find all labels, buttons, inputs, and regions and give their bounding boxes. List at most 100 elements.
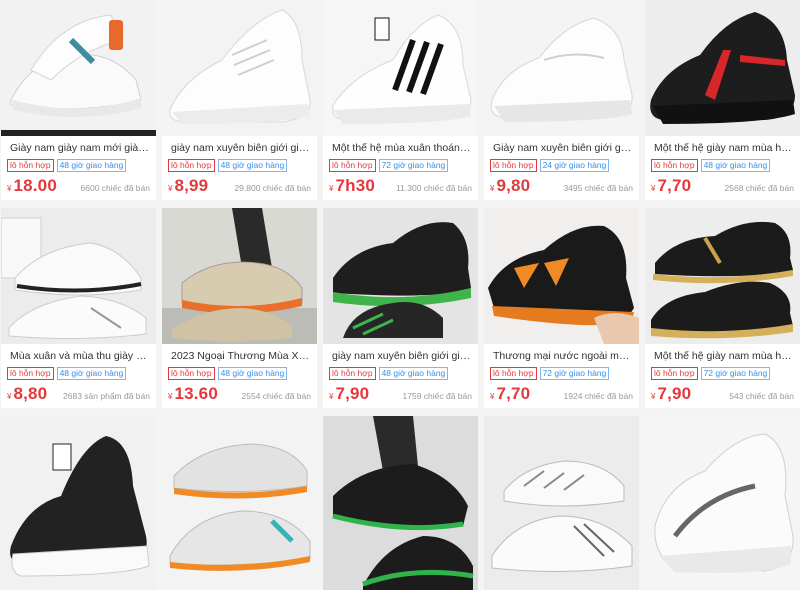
product-image[interactable] xyxy=(484,0,639,136)
mixed-batch-tag: lô hỗn hợp xyxy=(490,159,537,172)
price-amount: 8,80 xyxy=(13,384,48,403)
sold-count: 1759 chiếc đã bán xyxy=(402,391,472,401)
product-image[interactable] xyxy=(162,208,317,344)
product-title[interactable]: giày nam xuyên biên giới giày t... xyxy=(323,344,478,363)
product-title[interactable]: Mùa xuân và mùa thu giày na... xyxy=(1,344,156,363)
product-tags: lô hỗn hợp 24 giờ giao hàng xyxy=(484,155,639,173)
mixed-batch-tag: lô hỗn hợp xyxy=(7,367,54,380)
product-card[interactable] xyxy=(484,416,639,590)
product-tags: lô hỗn hợp 48 giờ giao hàng xyxy=(1,155,156,173)
product-tags: lô hỗn hợp 72 giờ giao hàng xyxy=(645,363,800,381)
sold-count: 11.300 chiếc đã bán xyxy=(396,183,472,193)
delivery-tag: 48 giờ giao hàng xyxy=(217,159,288,172)
mixed-batch-tag: lô hỗn hợp xyxy=(490,367,537,380)
black-gold-sneaker-image xyxy=(645,208,800,344)
sold-count: 3495 chiếc đã bán xyxy=(563,183,633,193)
product-image[interactable] xyxy=(645,416,800,590)
sold-count: 6600 chiếc đã bán xyxy=(80,183,150,193)
product-image[interactable] xyxy=(1,208,156,344)
product-price: ¥8,99 xyxy=(168,176,208,196)
sold-count: 1924 chiếc đã bán xyxy=(563,391,633,401)
sold-count: 543 chiếc đã bán xyxy=(729,391,794,401)
product-card[interactable]: Giày nam xuyên biên giới giày ... lô hỗn… xyxy=(484,0,639,200)
product-card[interactable]: Một thế hệ giày nam mùa hè t... lô hỗn h… xyxy=(645,208,800,408)
currency-symbol: ¥ xyxy=(490,392,495,401)
white-striped-sneaker-image xyxy=(323,0,478,136)
white-knit-sneaker-image xyxy=(162,0,317,136)
product-price: ¥7h30 xyxy=(329,176,375,196)
mixed-batch-tag: lô hỗn hợp xyxy=(329,159,376,172)
black-red-sneaker-image xyxy=(645,0,800,136)
product-price: ¥18.00 xyxy=(7,176,57,196)
product-image[interactable] xyxy=(1,0,156,136)
product-price: ¥13.60 xyxy=(168,384,218,404)
white-sneakers-pair-image xyxy=(1,208,156,344)
price-amount: 7,90 xyxy=(335,384,370,403)
product-card[interactable]: 2023 Ngoại Thương Mùa Xuân ... lô hỗn hợ… xyxy=(162,208,317,408)
product-title[interactable]: Một thế hệ mùa xuân thoáng k... xyxy=(323,136,478,155)
product-tags: lô hỗn hợp 72 giờ giao hàng xyxy=(323,155,478,173)
product-card[interactable] xyxy=(645,416,800,590)
currency-symbol: ¥ xyxy=(7,392,12,401)
price-amount: 7,70 xyxy=(657,176,692,195)
product-card[interactable] xyxy=(162,416,317,590)
sold-count: 29.800 chiếc đã bán xyxy=(234,183,311,193)
product-title[interactable]: 2023 Ngoại Thương Mùa Xuân ... xyxy=(162,344,317,363)
product-card[interactable]: Giày nam giày nam mới giày t... lô hỗn h… xyxy=(1,0,156,200)
product-image[interactable] xyxy=(484,208,639,344)
product-image[interactable] xyxy=(323,416,478,590)
product-card[interactable]: Thương mại nước ngoài mới gi... lô hỗn h… xyxy=(484,208,639,408)
currency-symbol: ¥ xyxy=(490,184,495,193)
product-image[interactable] xyxy=(162,416,317,590)
grey-orange-sneakers-image xyxy=(162,416,317,590)
price-amount: 8,99 xyxy=(174,176,209,195)
mixed-batch-tag: lô hỗn hợp xyxy=(168,367,215,380)
white-knit-sneakers-pair-image xyxy=(1,0,156,136)
product-price: ¥7,90 xyxy=(651,384,691,404)
product-image[interactable] xyxy=(1,416,156,590)
product-tags: lô hỗn hợp 48 giờ giao hàng xyxy=(645,155,800,173)
delivery-tag: 24 giờ giao hàng xyxy=(539,159,610,172)
mixed-batch-tag: lô hỗn hợp xyxy=(651,159,698,172)
product-image[interactable] xyxy=(162,0,317,136)
product-title[interactable]: Giày nam xuyên biên giới giày ... xyxy=(484,136,639,155)
product-price: ¥7,70 xyxy=(651,176,691,196)
product-tags: lô hỗn hợp 48 giờ giao hàng xyxy=(1,363,156,381)
delivery-tag: 48 giờ giao hàng xyxy=(56,159,127,172)
currency-symbol: ¥ xyxy=(7,184,12,193)
product-card[interactable]: giày nam xuyên biên giới giày t... lô hỗ… xyxy=(323,208,478,408)
sold-count: 2683 sản phẩm đã bán xyxy=(63,391,150,401)
price-amount: 18.00 xyxy=(13,176,57,195)
product-card[interactable] xyxy=(1,416,156,590)
product-title[interactable]: Giày nam giày nam mới giày t... xyxy=(1,136,156,155)
product-image[interactable] xyxy=(323,0,478,136)
delivery-tag: 72 giờ giao hàng xyxy=(539,367,610,380)
product-image[interactable] xyxy=(484,416,639,590)
currency-symbol: ¥ xyxy=(651,392,656,401)
product-tags: lô hỗn hợp 72 giờ giao hàng xyxy=(484,363,639,381)
product-image[interactable] xyxy=(323,208,478,344)
product-grid: Giày nam giày nam mới giày t... lô hỗn h… xyxy=(0,0,800,590)
black-green-sneaker-image xyxy=(323,208,478,344)
product-card[interactable]: Một thế hệ giày nam mùa hè b... lô hỗn h… xyxy=(645,0,800,200)
delivery-tag: 72 giờ giao hàng xyxy=(700,367,771,380)
product-price: ¥7,70 xyxy=(490,384,530,404)
product-title[interactable]: Thương mại nước ngoài mới gi... xyxy=(484,344,639,363)
currency-symbol: ¥ xyxy=(168,184,173,193)
product-title[interactable]: Một thế hệ giày nam mùa hè b... xyxy=(645,136,800,155)
beige-sneaker-on-foot-image xyxy=(162,208,317,344)
delivery-tag: 48 giờ giao hàng xyxy=(217,367,288,380)
product-tags: lô hỗn hợp 48 giờ giao hàng xyxy=(162,363,317,381)
product-card[interactable]: giày nam xuyên biên giới giày t... lô hỗ… xyxy=(162,0,317,200)
product-title[interactable]: Một thế hệ giày nam mùa hè t... xyxy=(645,344,800,363)
price-amount: 13.60 xyxy=(174,384,218,403)
product-image[interactable] xyxy=(645,208,800,344)
product-image[interactable] xyxy=(645,0,800,136)
product-card[interactable] xyxy=(323,416,478,590)
product-title[interactable]: giày nam xuyên biên giới giày t... xyxy=(162,136,317,155)
product-card[interactable]: Mùa xuân và mùa thu giày na... lô hỗn hợ… xyxy=(1,208,156,408)
mixed-batch-tag: lô hỗn hợp xyxy=(329,367,376,380)
product-card[interactable]: Một thế hệ mùa xuân thoáng k... lô hỗn h… xyxy=(323,0,478,200)
currency-symbol: ¥ xyxy=(329,184,334,193)
product-price: ¥8,80 xyxy=(7,384,47,404)
